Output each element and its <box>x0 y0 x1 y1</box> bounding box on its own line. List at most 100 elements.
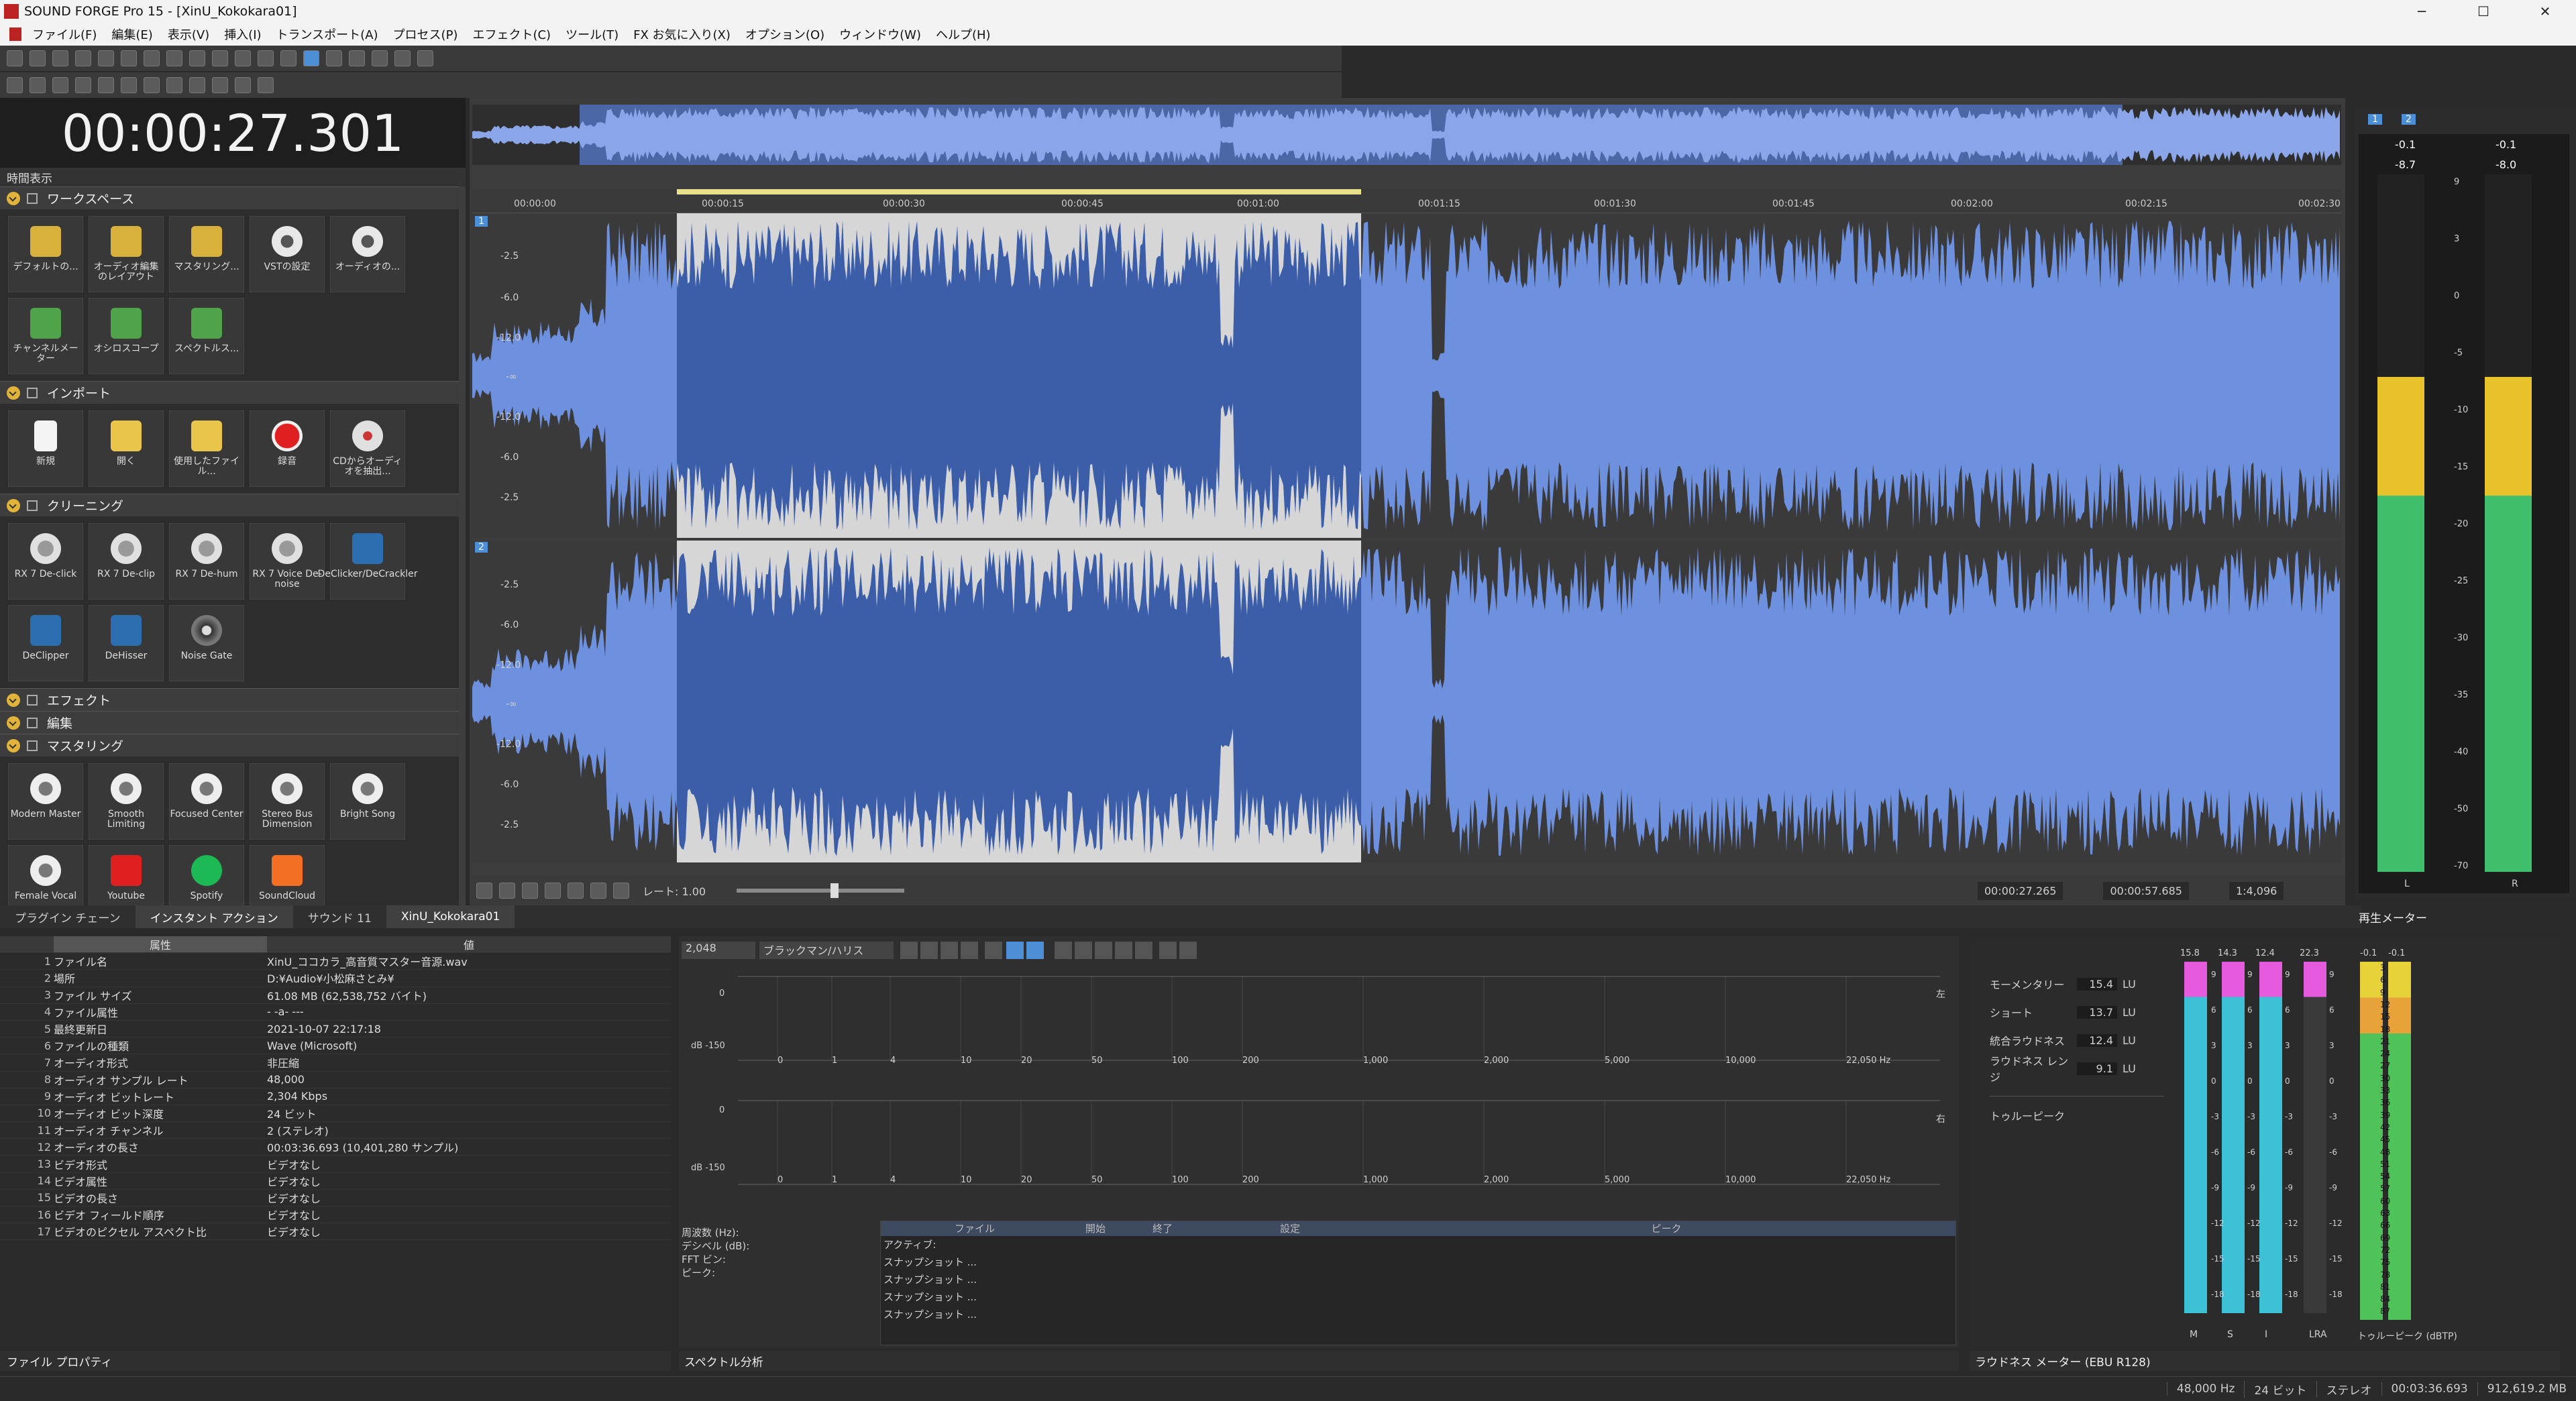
go-start-icon[interactable] <box>522 883 538 899</box>
paste-icon[interactable] <box>166 50 182 66</box>
timeline-ruler[interactable]: 00:00:00 00:00:15 00:00:30 00:00:45 00:0… <box>472 189 2341 213</box>
eraser-icon[interactable] <box>1159 942 1177 959</box>
chart2-icon[interactable] <box>1115 942 1132 959</box>
header-value[interactable]: 値 <box>267 936 671 952</box>
table-row[interactable]: 2 場所 D:¥Audio¥小松麻さとみ¥ <box>0 970 671 987</box>
menu-help[interactable]: ヘルプ(H) <box>936 25 991 43</box>
tile-declicker[interactable]: DeClicker/DeCrackler <box>318 523 417 600</box>
fft-size-select[interactable]: 2,048 <box>682 942 755 959</box>
col-start[interactable]: 開始 <box>1069 1221 1122 1236</box>
file-properties-tab[interactable]: ファイル プロパティ <box>0 1351 671 1371</box>
tile-mastering-layout[interactable]: マスタリング... <box>169 216 244 292</box>
save-as-icon[interactable] <box>75 50 91 66</box>
play-icon[interactable] <box>75 77 91 93</box>
table-row[interactable]: 14 ビデオ属性 ビデオなし <box>0 1173 671 1190</box>
header-attribute[interactable]: 属性 <box>54 936 267 953</box>
go-end-icon[interactable] <box>545 883 561 899</box>
table-row[interactable]: 7 オーディオ形式 非圧縮 <box>0 1054 671 1072</box>
tile-recent-files[interactable]: 使用したファイル... <box>169 410 244 487</box>
table-row[interactable]: 3 ファイル サイズ 61.08 MB (62,538,752 バイト) <box>0 987 671 1004</box>
open-icon[interactable] <box>30 50 46 66</box>
pencil-tool-icon[interactable] <box>349 50 365 66</box>
zoom-icon[interactable] <box>1055 942 1072 959</box>
status-sample-rate[interactable]: 48,000 Hz <box>2166 1382 2245 1396</box>
lock-icon[interactable] <box>985 942 1002 959</box>
section-import[interactable]: インポート <box>0 381 459 404</box>
tile-focused-center[interactable]: Focused Center <box>169 763 244 840</box>
menu-insert[interactable]: 挿入(I) <box>224 25 261 43</box>
peak-icon[interactable] <box>1075 942 1092 959</box>
stop-icon[interactable] <box>121 77 137 93</box>
checkbox-icon[interactable] <box>27 500 38 511</box>
section-edit[interactable]: 編集 <box>0 711 459 734</box>
menu-tools[interactable]: ツール(T) <box>566 25 619 43</box>
next-icon[interactable] <box>235 77 251 93</box>
minimize-button[interactable]: ─ <box>2391 3 2453 19</box>
print-icon[interactable] <box>1179 942 1197 959</box>
table-row[interactable]: スナップショット ... <box>883 1271 1955 1288</box>
monitor-icon[interactable] <box>961 942 978 959</box>
tab-plugin-chain[interactable]: プラグイン チェーン <box>0 905 136 928</box>
loop-icon[interactable] <box>499 883 515 899</box>
tile-new[interactable]: 新規 <box>8 410 83 487</box>
play-icon[interactable] <box>590 883 606 899</box>
checkbox-icon[interactable] <box>27 387 38 398</box>
close-button[interactable]: ✕ <box>2514 3 2576 19</box>
copy-icon[interactable] <box>144 50 160 66</box>
tile-oscilloscope[interactable]: オシロスコープ <box>89 298 164 374</box>
checkbox-icon[interactable] <box>27 740 38 751</box>
table-row[interactable]: 1 ファイル名 XinU_ココカラ_高音質マスター音源.wav <box>0 953 671 970</box>
scrub-icon[interactable] <box>613 883 629 899</box>
table-row[interactable]: 5 最終更新日 2021-10-07 22:17:18 <box>0 1021 671 1038</box>
table-row[interactable]: スナップショット ... <box>883 1288 1955 1306</box>
play-all-icon[interactable] <box>52 77 68 93</box>
col-file[interactable]: ファイル <box>881 1221 1069 1236</box>
table-row[interactable]: 17 ビデオのピクセル アスペクト比 ビデオなし <box>0 1223 671 1241</box>
section-mastering[interactable]: マスタリング <box>0 734 459 756</box>
go-end-icon[interactable] <box>212 77 228 93</box>
menu-view[interactable]: 表示(V) <box>168 25 209 43</box>
table-row[interactable]: アクティブ: <box>883 1236 1955 1253</box>
checkbox-icon[interactable] <box>27 717 38 728</box>
render-icon[interactable] <box>98 50 114 66</box>
overview-bar[interactable] <box>472 105 2341 165</box>
col-settings[interactable]: 設定 <box>1203 1221 1377 1236</box>
tile-rx-declick[interactable]: RX 7 De-click <box>8 523 83 600</box>
menu-options[interactable]: オプション(O) <box>745 25 824 43</box>
tile-rx-dehum[interactable]: RX 7 De-hum <box>169 523 244 600</box>
loop-icon[interactable] <box>30 77 46 93</box>
col-end[interactable]: 終了 <box>1122 1221 1203 1236</box>
channel-1-number[interactable]: 1 <box>475 216 488 227</box>
stop-icon[interactable] <box>568 883 584 899</box>
tile-rx-declip[interactable]: RX 7 De-clip <box>89 523 164 600</box>
tab-instant-action[interactable]: インスタント アクション <box>135 905 293 928</box>
refresh-icon[interactable] <box>920 942 938 959</box>
menu-transport[interactable]: トランスポート(A) <box>276 25 378 43</box>
go-start-icon[interactable] <box>144 77 160 93</box>
selection-end[interactable]: 00:00:57.685 <box>2103 881 2189 900</box>
undo-icon[interactable] <box>235 50 251 66</box>
table-row[interactable]: 10 オーディオ ビット深度 24 ビット <box>0 1105 671 1123</box>
tile-record[interactable]: 録音 <box>250 410 325 487</box>
menu-file[interactable]: ファイル(F) <box>32 25 97 43</box>
maximize-button[interactable]: ☐ <box>2453 3 2514 19</box>
menu-window[interactable]: ウィンドウ(W) <box>839 25 921 43</box>
menu-fx-favorites[interactable]: FX お気に入り(X) <box>633 25 731 43</box>
mix-icon[interactable] <box>189 50 205 66</box>
meter-button-1[interactable]: 1 <box>2368 114 2382 125</box>
tile-dehisser[interactable]: DeHisser <box>89 605 164 681</box>
trim-icon[interactable] <box>212 50 228 66</box>
tile-vst-settings[interactable]: VSTの設定 <box>250 216 325 292</box>
zoom-ratio[interactable]: 1:4,096 <box>2229 881 2284 900</box>
redo-icon[interactable] <box>258 50 274 66</box>
section-effects[interactable]: エフェクト <box>0 688 459 711</box>
section-cleaning[interactable]: クリーニング <box>0 494 459 516</box>
new-icon[interactable] <box>7 50 23 66</box>
magnify-tool-icon[interactable] <box>326 50 342 66</box>
table-row[interactable]: 4 ファイル属性 - -a- --- <box>0 1004 671 1021</box>
settings-icon[interactable] <box>900 942 918 959</box>
tile-stereo-bus[interactable]: Stereo Bus Dimension <box>250 763 325 840</box>
sonogram-icon[interactable] <box>1026 942 1044 959</box>
status-channels[interactable]: ステレオ <box>2316 1380 2381 1398</box>
tile-audio-edit-layout[interactable]: オーディオ編集のレイアウト <box>89 216 164 292</box>
